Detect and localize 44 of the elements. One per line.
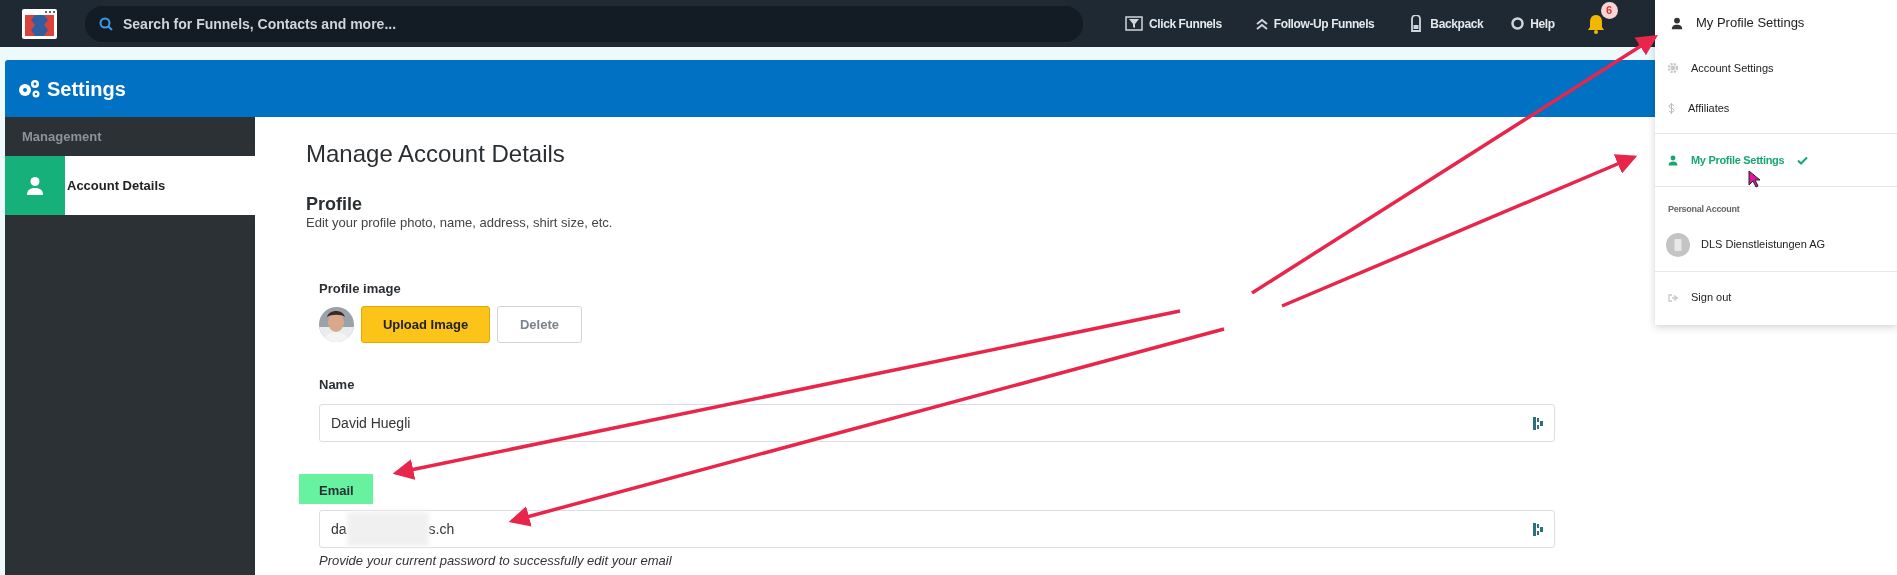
field-label: Email: [319, 481, 354, 500]
menu-item[interactable]: Account Settings: [1655, 48, 1897, 88]
nav-link[interactable]: Backpack: [1408, 14, 1484, 33]
page-title: Settings: [47, 76, 126, 102]
upload-button[interactable]: Upload Image: [361, 306, 490, 343]
input-field[interactable]: David Huegli: [319, 404, 1555, 442]
checkmark-icon: [1797, 155, 1809, 165]
input-field[interactable]: da s.ch: [319, 510, 1555, 548]
nav-link[interactable]: Help: [1511, 14, 1555, 33]
menu-section-label: Personal Account: [1667, 203, 1740, 216]
gears-icon: [17, 78, 41, 99]
heading: Manage Account Details: [306, 139, 565, 169]
building-icon: [1666, 232, 1690, 257]
user-icon: [1668, 154, 1678, 166]
chevrons-up-icon: [1255, 17, 1268, 30]
menu-title: My Profile Settings: [1696, 14, 1805, 33]
sidebar-section-label: Management: [21, 127, 103, 146]
sign-out-icon: [1668, 293, 1678, 302]
gear-icon: [1668, 63, 1678, 73]
search-icon: [99, 16, 113, 31]
menu-item[interactable]: Sign out: [1655, 275, 1897, 320]
field-label: Name: [319, 375, 355, 394]
help-icon: [1511, 17, 1525, 30]
autofill-icon: [1533, 522, 1543, 536]
cursor-icon: [1748, 170, 1761, 188]
nav-link[interactable]: Follow-Up Funnels: [1255, 14, 1375, 33]
sidebar-item[interactable]: Account Details: [5, 156, 255, 215]
menu-item[interactable]: Affiliates: [1655, 88, 1897, 128]
menu-item[interactable]: DLS Dienstleistungen AG: [1655, 222, 1897, 267]
autofill-icon: [1533, 416, 1543, 430]
user-icon: [26, 175, 44, 196]
funnel-icon: [1125, 16, 1143, 31]
bell-icon[interactable]: [1586, 13, 1605, 34]
delete-button[interactable]: Delete: [497, 306, 582, 343]
dollar-icon: [1668, 102, 1675, 114]
notification-badge: 6: [1600, 1, 1618, 19]
section-title: Profile: [306, 193, 362, 215]
search-field[interactable]: Search for Funnels, Contacts and more...: [85, 5, 1083, 42]
field-label: Profile image: [319, 280, 401, 298]
section-description: Edit your profile photo, name, address, shirt size, etc.: [306, 215, 613, 231]
help-text: Provide your current password to successfully edit your email: [319, 552, 672, 570]
nav-link[interactable]: Click Funnels: [1125, 14, 1222, 33]
user-icon: [1671, 16, 1683, 30]
logo-icon[interactable]: [22, 8, 57, 39]
